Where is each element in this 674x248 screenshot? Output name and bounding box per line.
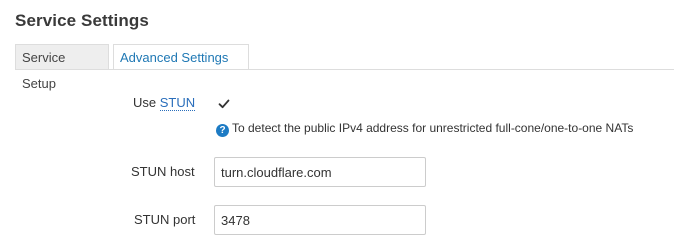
use-stun-label-prefix: Use (133, 95, 160, 110)
check-icon (218, 99, 230, 109)
use-stun-label: Use STUN (133, 95, 196, 111)
tab-divider (15, 69, 674, 70)
tab-bar: Service Setup Advanced Settings (15, 44, 674, 91)
stun-abbreviation[interactable]: STUN (159, 95, 196, 111)
stun-port-label: STUN port (134, 212, 196, 227)
tab-service-setup[interactable]: Service Setup (15, 44, 109, 91)
use-stun-help-text: To detect the public IPv4 address for un… (232, 121, 634, 135)
stun-port-input[interactable] (214, 205, 426, 235)
stun-host-input[interactable] (214, 157, 426, 187)
page-title: Service Settings (15, 11, 149, 30)
stun-host-label: STUN host (131, 164, 195, 179)
tab-advanced-settings[interactable]: Advanced Settings (113, 44, 249, 70)
question-circle-icon: ? (216, 124, 229, 137)
use-stun-help: ? To detect the public IPv4 address for u… (216, 121, 633, 137)
use-stun-checkbox[interactable] (216, 96, 230, 110)
